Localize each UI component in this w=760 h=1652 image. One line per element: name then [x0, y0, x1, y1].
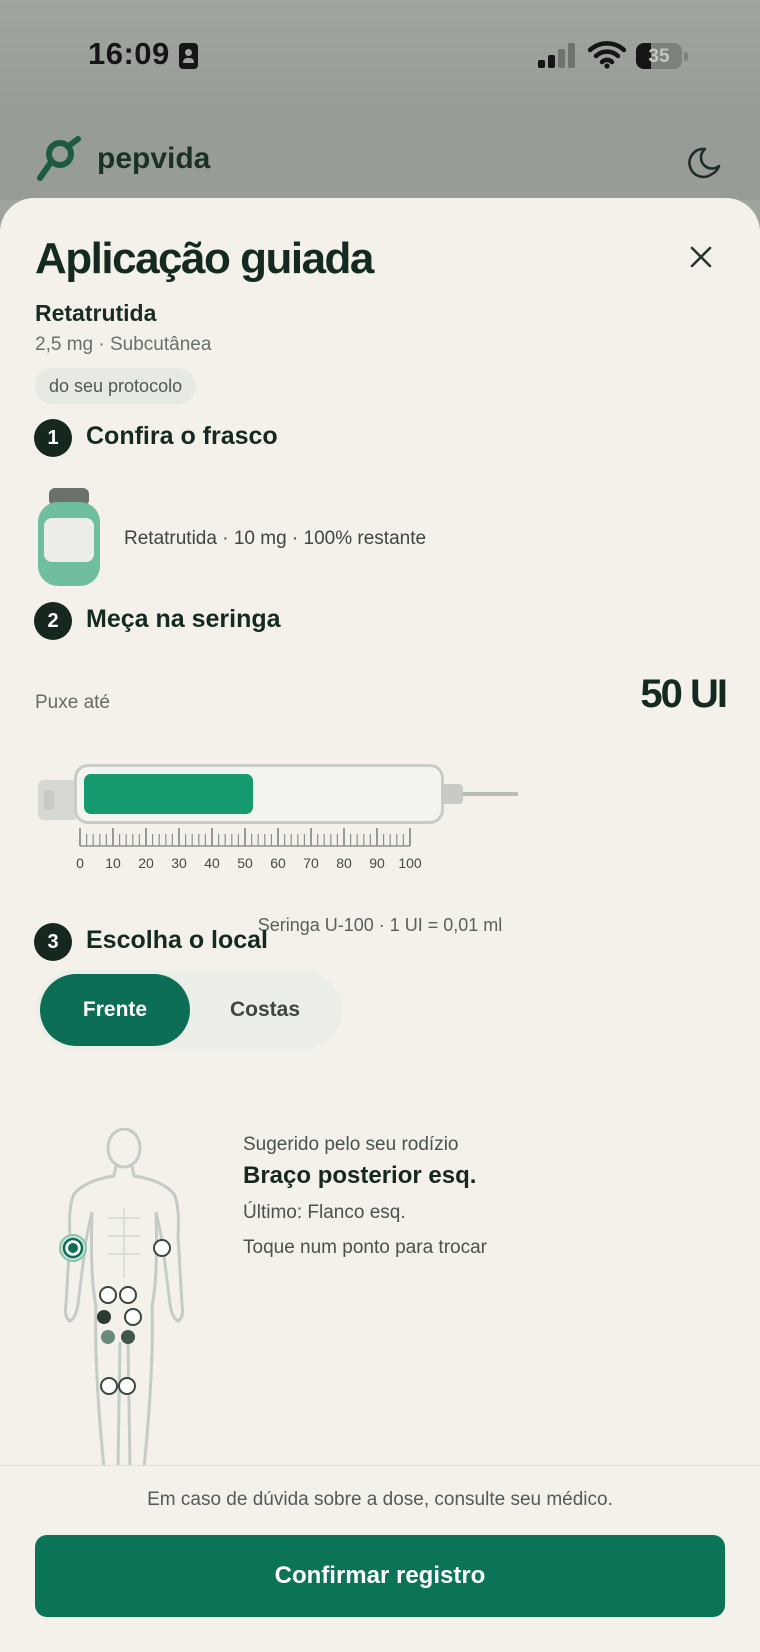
body-map — [59, 1128, 184, 1468]
app-bar: pepvida — [0, 110, 760, 200]
step-1-title: Confira o frasco — [86, 422, 278, 450]
brand-name: pepvida — [97, 142, 211, 175]
site-left-arm[interactable] — [153, 1239, 171, 1257]
scale-label: 70 — [303, 855, 319, 871]
vial-icon — [38, 488, 100, 586]
battery-icon: 35 — [636, 43, 688, 69]
scale-label: 20 — [138, 855, 154, 871]
step-3-badge: 3 — [34, 923, 72, 961]
dark-mode-moon-icon[interactable] — [688, 144, 724, 180]
scale-label: 40 — [204, 855, 220, 871]
scale-label: 30 — [171, 855, 187, 871]
suggested-site: Braço posterior esq. — [243, 1162, 477, 1189]
syringe-illustration: 0 10 20 30 40 50 60 70 80 90 100 — [38, 758, 528, 878]
contact-card-icon — [179, 43, 198, 69]
scale-label: 80 — [336, 855, 352, 871]
dose-disclaimer: Em caso de dúvida sobre a dose, consulte… — [147, 1489, 613, 1510]
scale-label: 100 — [398, 855, 422, 871]
cellular-signal-icon — [538, 42, 578, 68]
vial-info: Retatrutida · 10 mg · 100% restante — [124, 528, 427, 549]
status-bar: 16:09 35 — [0, 0, 760, 110]
scale-label: 60 — [270, 855, 286, 871]
site-flank-left[interactable] — [124, 1308, 142, 1326]
footer: Em caso de dúvida sobre a dose, consulte… — [0, 1465, 760, 1652]
pull-value: 50 UI — [640, 672, 728, 716]
guided-application-sheet: Aplicação guiada Retatrutida 2,5 mg · Su… — [0, 198, 760, 1652]
scale-label: 0 — [76, 855, 84, 871]
site-flank-right[interactable] — [97, 1310, 111, 1324]
site-thigh-left[interactable] — [118, 1377, 136, 1395]
sheet-title: Aplicação guiada — [35, 234, 374, 283]
protocol-badge: do seu protocolo — [35, 368, 197, 404]
site-thigh-right[interactable] — [100, 1377, 118, 1395]
close-icon[interactable] — [686, 242, 716, 272]
last-site: Último: Flanco esq. — [243, 1202, 406, 1223]
site-abdomen-lower-left[interactable] — [121, 1330, 135, 1344]
site-abdomen-upper-right[interactable] — [99, 1286, 117, 1304]
wifi-icon — [588, 41, 626, 69]
site-abdomen-upper-left[interactable] — [119, 1286, 137, 1304]
body-side-toggle: Frente Costas — [36, 970, 342, 1050]
status-time: 16:09 — [88, 36, 170, 71]
pull-label: Puxe até — [35, 692, 110, 713]
confirm-button[interactable]: Confirmar registro — [35, 1535, 725, 1617]
tab-costas[interactable]: Costas — [190, 974, 340, 1046]
site-hint: Toque num ponto para trocar — [243, 1237, 487, 1258]
scale-label: 90 — [369, 855, 385, 871]
dose-route: 2,5 mg · Subcutânea — [35, 334, 212, 355]
suggested-label: Sugerido pelo seu rodízio — [243, 1134, 459, 1155]
scale-label: 10 — [105, 855, 121, 871]
battery-level: 35 — [648, 46, 670, 67]
syringe-scale: 0 10 20 30 40 50 60 70 80 90 100 — [76, 828, 422, 871]
step-1-badge: 1 — [34, 419, 72, 457]
pepvida-logo-icon — [37, 136, 81, 181]
scale-label: 50 — [237, 855, 253, 871]
site-abdomen-lower-right[interactable] — [101, 1330, 115, 1344]
medication-name: Retatrutida — [35, 300, 157, 326]
step-3-title: Escolha o local — [86, 926, 269, 954]
step-2-badge: 2 — [34, 602, 72, 640]
tab-frente[interactable]: Frente — [40, 974, 190, 1046]
step-2-title: Meça na seringa — [86, 605, 281, 633]
